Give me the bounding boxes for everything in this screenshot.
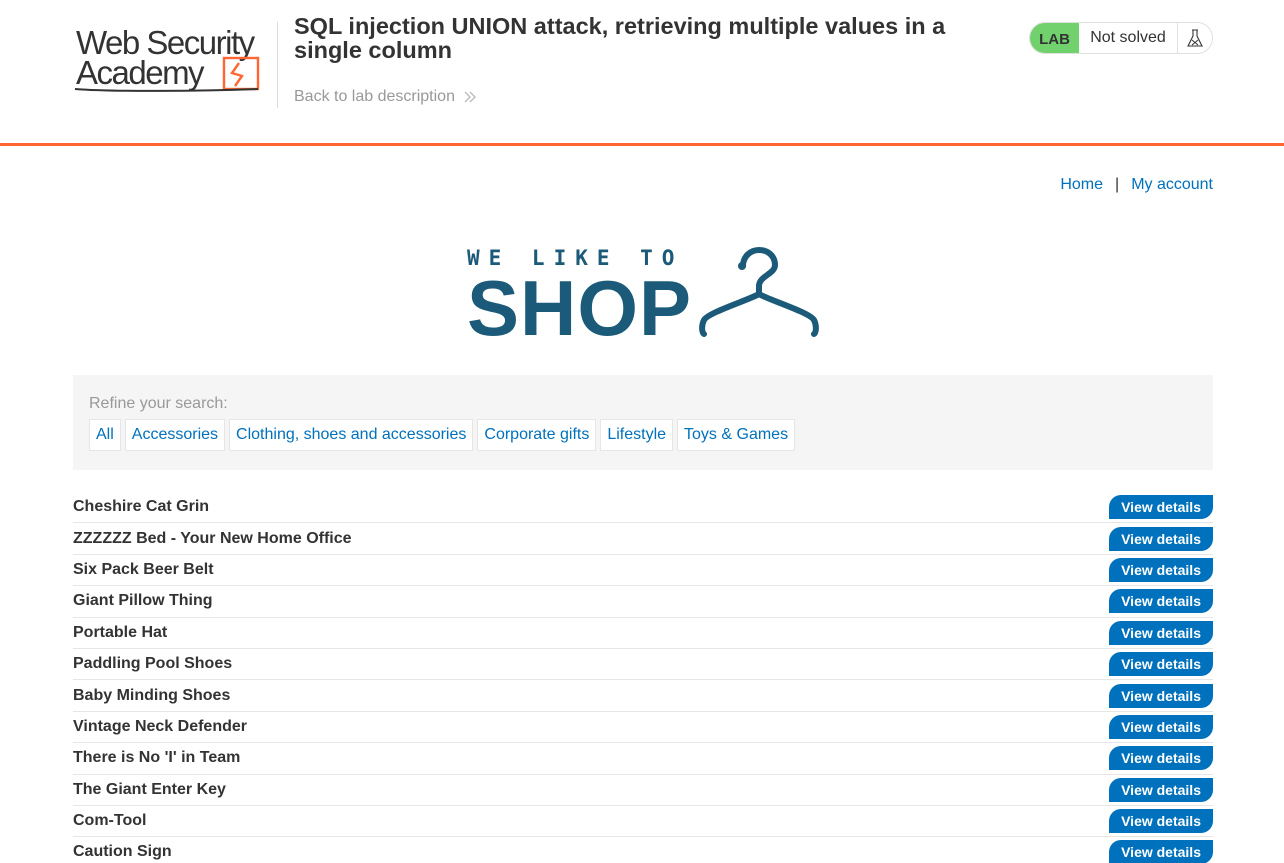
view-details-button[interactable]: View details: [1109, 589, 1213, 614]
product-name: Giant Pillow Thing: [73, 592, 213, 610]
product-row: Caution Sign View details: [73, 837, 1213, 863]
product-row: Giant Pillow Thing View details: [73, 586, 1213, 618]
lab-status-widget: LAB Not solved: [1029, 22, 1213, 54]
product-name: ZZZZZZ Bed - Your New Home Office: [73, 529, 352, 547]
filter-lifestyle[interactable]: Lifestyle: [600, 419, 674, 451]
web-security-academy-logo[interactable]: Web Security Academy: [73, 18, 277, 108]
shop-banner: WE LIKE TO SHOP: [467, 246, 819, 348]
header-divider: [277, 22, 278, 108]
product-name: The Giant Enter Key: [73, 780, 226, 798]
flask-icon: [1178, 23, 1212, 53]
product-name: Com-Tool: [73, 812, 147, 830]
my-account-link[interactable]: My account: [1131, 176, 1213, 194]
product-row: There is No 'I' in Team View details: [73, 743, 1213, 775]
product-row: Com-Tool View details: [73, 806, 1213, 838]
filter-corporate-gifts[interactable]: Corporate gifts: [477, 419, 597, 451]
banner-shop-text: SHOP: [467, 264, 693, 352]
product-list: Cheshire Cat Grin View details ZZZZZZ Bed…: [73, 492, 1213, 863]
view-details-button[interactable]: View details: [1109, 840, 1213, 863]
view-details-button[interactable]: View details: [1109, 620, 1213, 645]
product-row: Baby Minding Shoes View details: [73, 680, 1213, 712]
product-row: Portable Hat View details: [73, 618, 1213, 649]
product-name: Portable Hat: [73, 623, 168, 641]
view-details-button[interactable]: View details: [1109, 683, 1213, 708]
logo-text-line2: Academy: [76, 54, 205, 91]
lab-title: SQL injection UNION attack, retrieving m…: [294, 13, 946, 63]
refine-label: Refine your search:: [89, 395, 228, 412]
view-details-button[interactable]: View details: [1109, 652, 1213, 677]
view-details-button[interactable]: View details: [1109, 557, 1213, 582]
view-details-button[interactable]: View details: [1109, 495, 1213, 520]
lab-badge: LAB: [1030, 23, 1079, 53]
product-name: There is No 'I' in Team: [73, 749, 241, 767]
view-details-button[interactable]: View details: [1109, 809, 1213, 834]
product-name: Caution Sign: [73, 843, 172, 861]
product-name: Baby Minding Shoes: [73, 686, 231, 704]
product-row: The Giant Enter Key View details: [73, 775, 1213, 806]
account-nav: Home | My account: [1060, 176, 1213, 194]
product-row: Cheshire Cat Grin View details: [73, 492, 1213, 524]
view-details-button[interactable]: View details: [1109, 777, 1213, 802]
chevron-double-right-icon: [464, 91, 476, 103]
product-name: Cheshire Cat Grin: [73, 498, 210, 516]
search-filters: Refine your search: All Accessories Clot…: [73, 375, 1213, 470]
view-details-button[interactable]: View details: [1109, 714, 1213, 739]
hanger-icon: [699, 246, 819, 337]
back-link-label: Back to lab description: [294, 88, 455, 105]
view-details-button[interactable]: View details: [1109, 526, 1213, 551]
filter-clothing-shoes-accessories[interactable]: Clothing, shoes and accessories: [229, 419, 474, 451]
product-name: Paddling Pool Shoes: [73, 655, 233, 673]
filter-all[interactable]: All: [89, 419, 121, 451]
back-to-lab-description-link[interactable]: Back to lab description: [294, 88, 477, 106]
filter-accessories[interactable]: Accessories: [124, 419, 226, 451]
product-row: Six Pack Beer Belt View details: [73, 555, 1213, 587]
filter-toys-games[interactable]: Toys & Games: [677, 419, 796, 451]
product-name: Vintage Neck Defender: [73, 717, 247, 735]
home-link[interactable]: Home: [1060, 176, 1103, 194]
academy-header: Web Security Academy SQL injection UNION…: [0, 0, 1284, 146]
product-row: Vintage Neck Defender View details: [73, 712, 1213, 744]
product-row: ZZZZZZ Bed - Your New Home Office View de…: [73, 523, 1213, 555]
view-details-button[interactable]: View details: [1109, 746, 1213, 771]
nav-separator: |: [1115, 176, 1120, 193]
product-name: Six Pack Beer Belt: [73, 560, 214, 578]
product-row: Paddling Pool Shoes View details: [73, 649, 1213, 681]
lab-status-text: Not solved: [1079, 23, 1178, 53]
category-filter-list: All Accessories Clothing, shoes and acce…: [89, 419, 796, 451]
